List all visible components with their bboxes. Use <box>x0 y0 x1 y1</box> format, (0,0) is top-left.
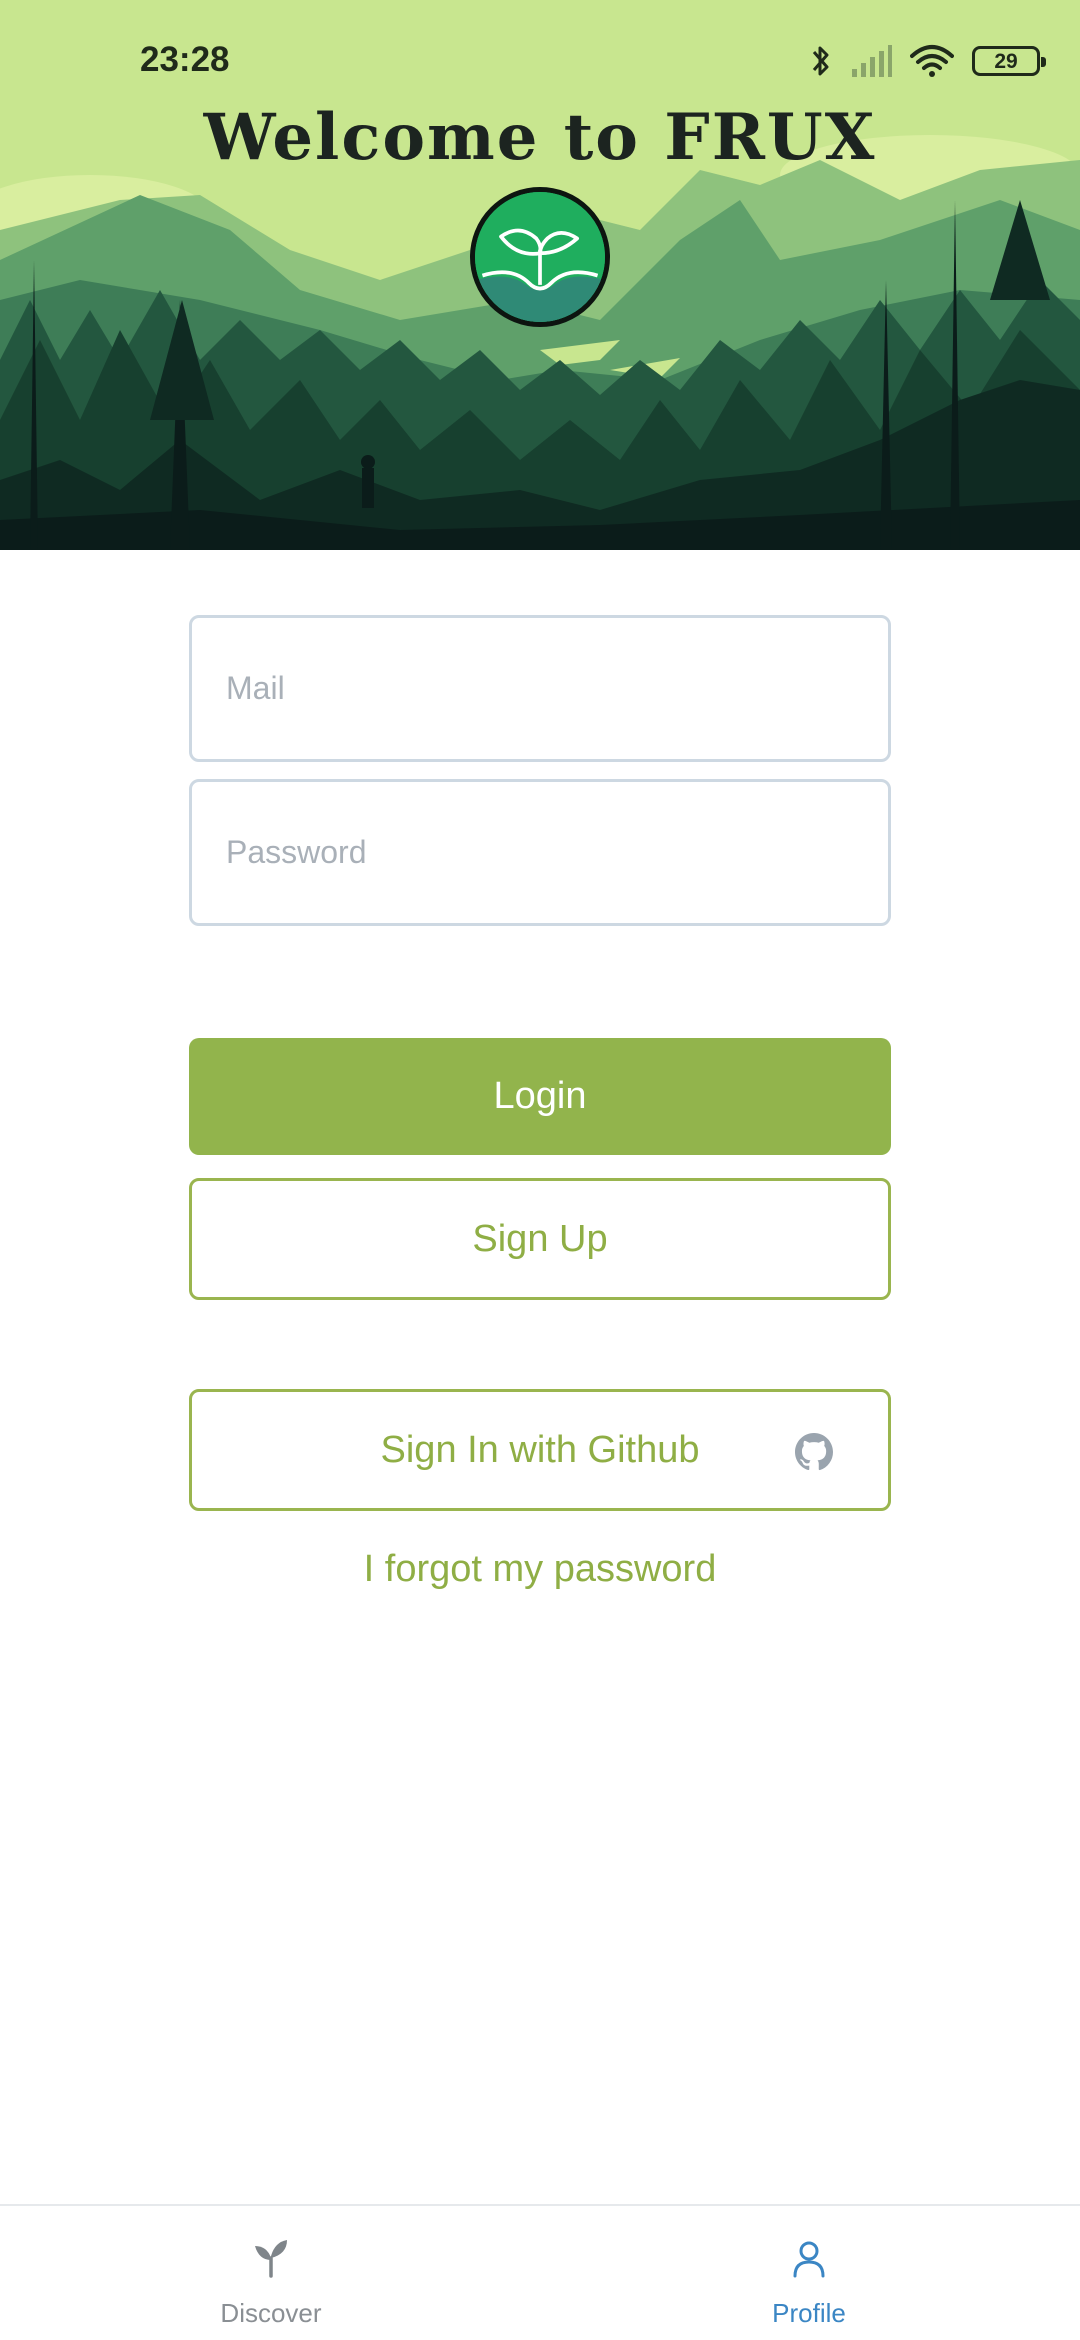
login-form <box>189 615 891 926</box>
mail-input[interactable] <box>226 670 888 707</box>
nav-item-discover[interactable]: Discover <box>121 2206 421 2340</box>
password-field[interactable] <box>189 779 891 926</box>
sprout-logo-icon <box>470 187 610 327</box>
mail-field[interactable] <box>189 615 891 762</box>
signup-label: Sign Up <box>472 1217 608 1260</box>
nav-label-profile: Profile <box>772 2298 846 2328</box>
nav-item-profile[interactable]: Profile <box>659 2206 959 2340</box>
github-signin-button[interactable]: Sign In with Github <box>189 1389 891 1511</box>
battery-level: 29 <box>994 49 1018 73</box>
wifi-icon <box>910 45 954 77</box>
battery-icon: 29 <box>972 46 1046 76</box>
signal-icon <box>852 45 892 77</box>
sprout-icon <box>255 2240 287 2278</box>
github-signin-label: Sign In with Github <box>380 1428 700 1471</box>
page-title: Welcome to FRUX <box>203 100 877 175</box>
login-button[interactable]: Login <box>189 1038 891 1155</box>
bluetooth-icon <box>812 46 829 76</box>
status-time: 23:28 <box>140 40 230 79</box>
password-input[interactable] <box>226 834 888 871</box>
nav-label-discover: Discover <box>220 2298 322 2328</box>
signup-button[interactable]: Sign Up <box>189 1178 891 1300</box>
status-icons: 29 <box>808 40 1046 82</box>
user-icon <box>793 2241 825 2278</box>
forgot-password-link[interactable]: I forgot my password <box>0 1548 1080 1591</box>
github-icon <box>795 1433 833 1471</box>
header-banner: 23:28 29 Welcome to FRUX <box>0 0 1080 550</box>
bottom-navigation: Discover Profile <box>0 2204 1080 2340</box>
